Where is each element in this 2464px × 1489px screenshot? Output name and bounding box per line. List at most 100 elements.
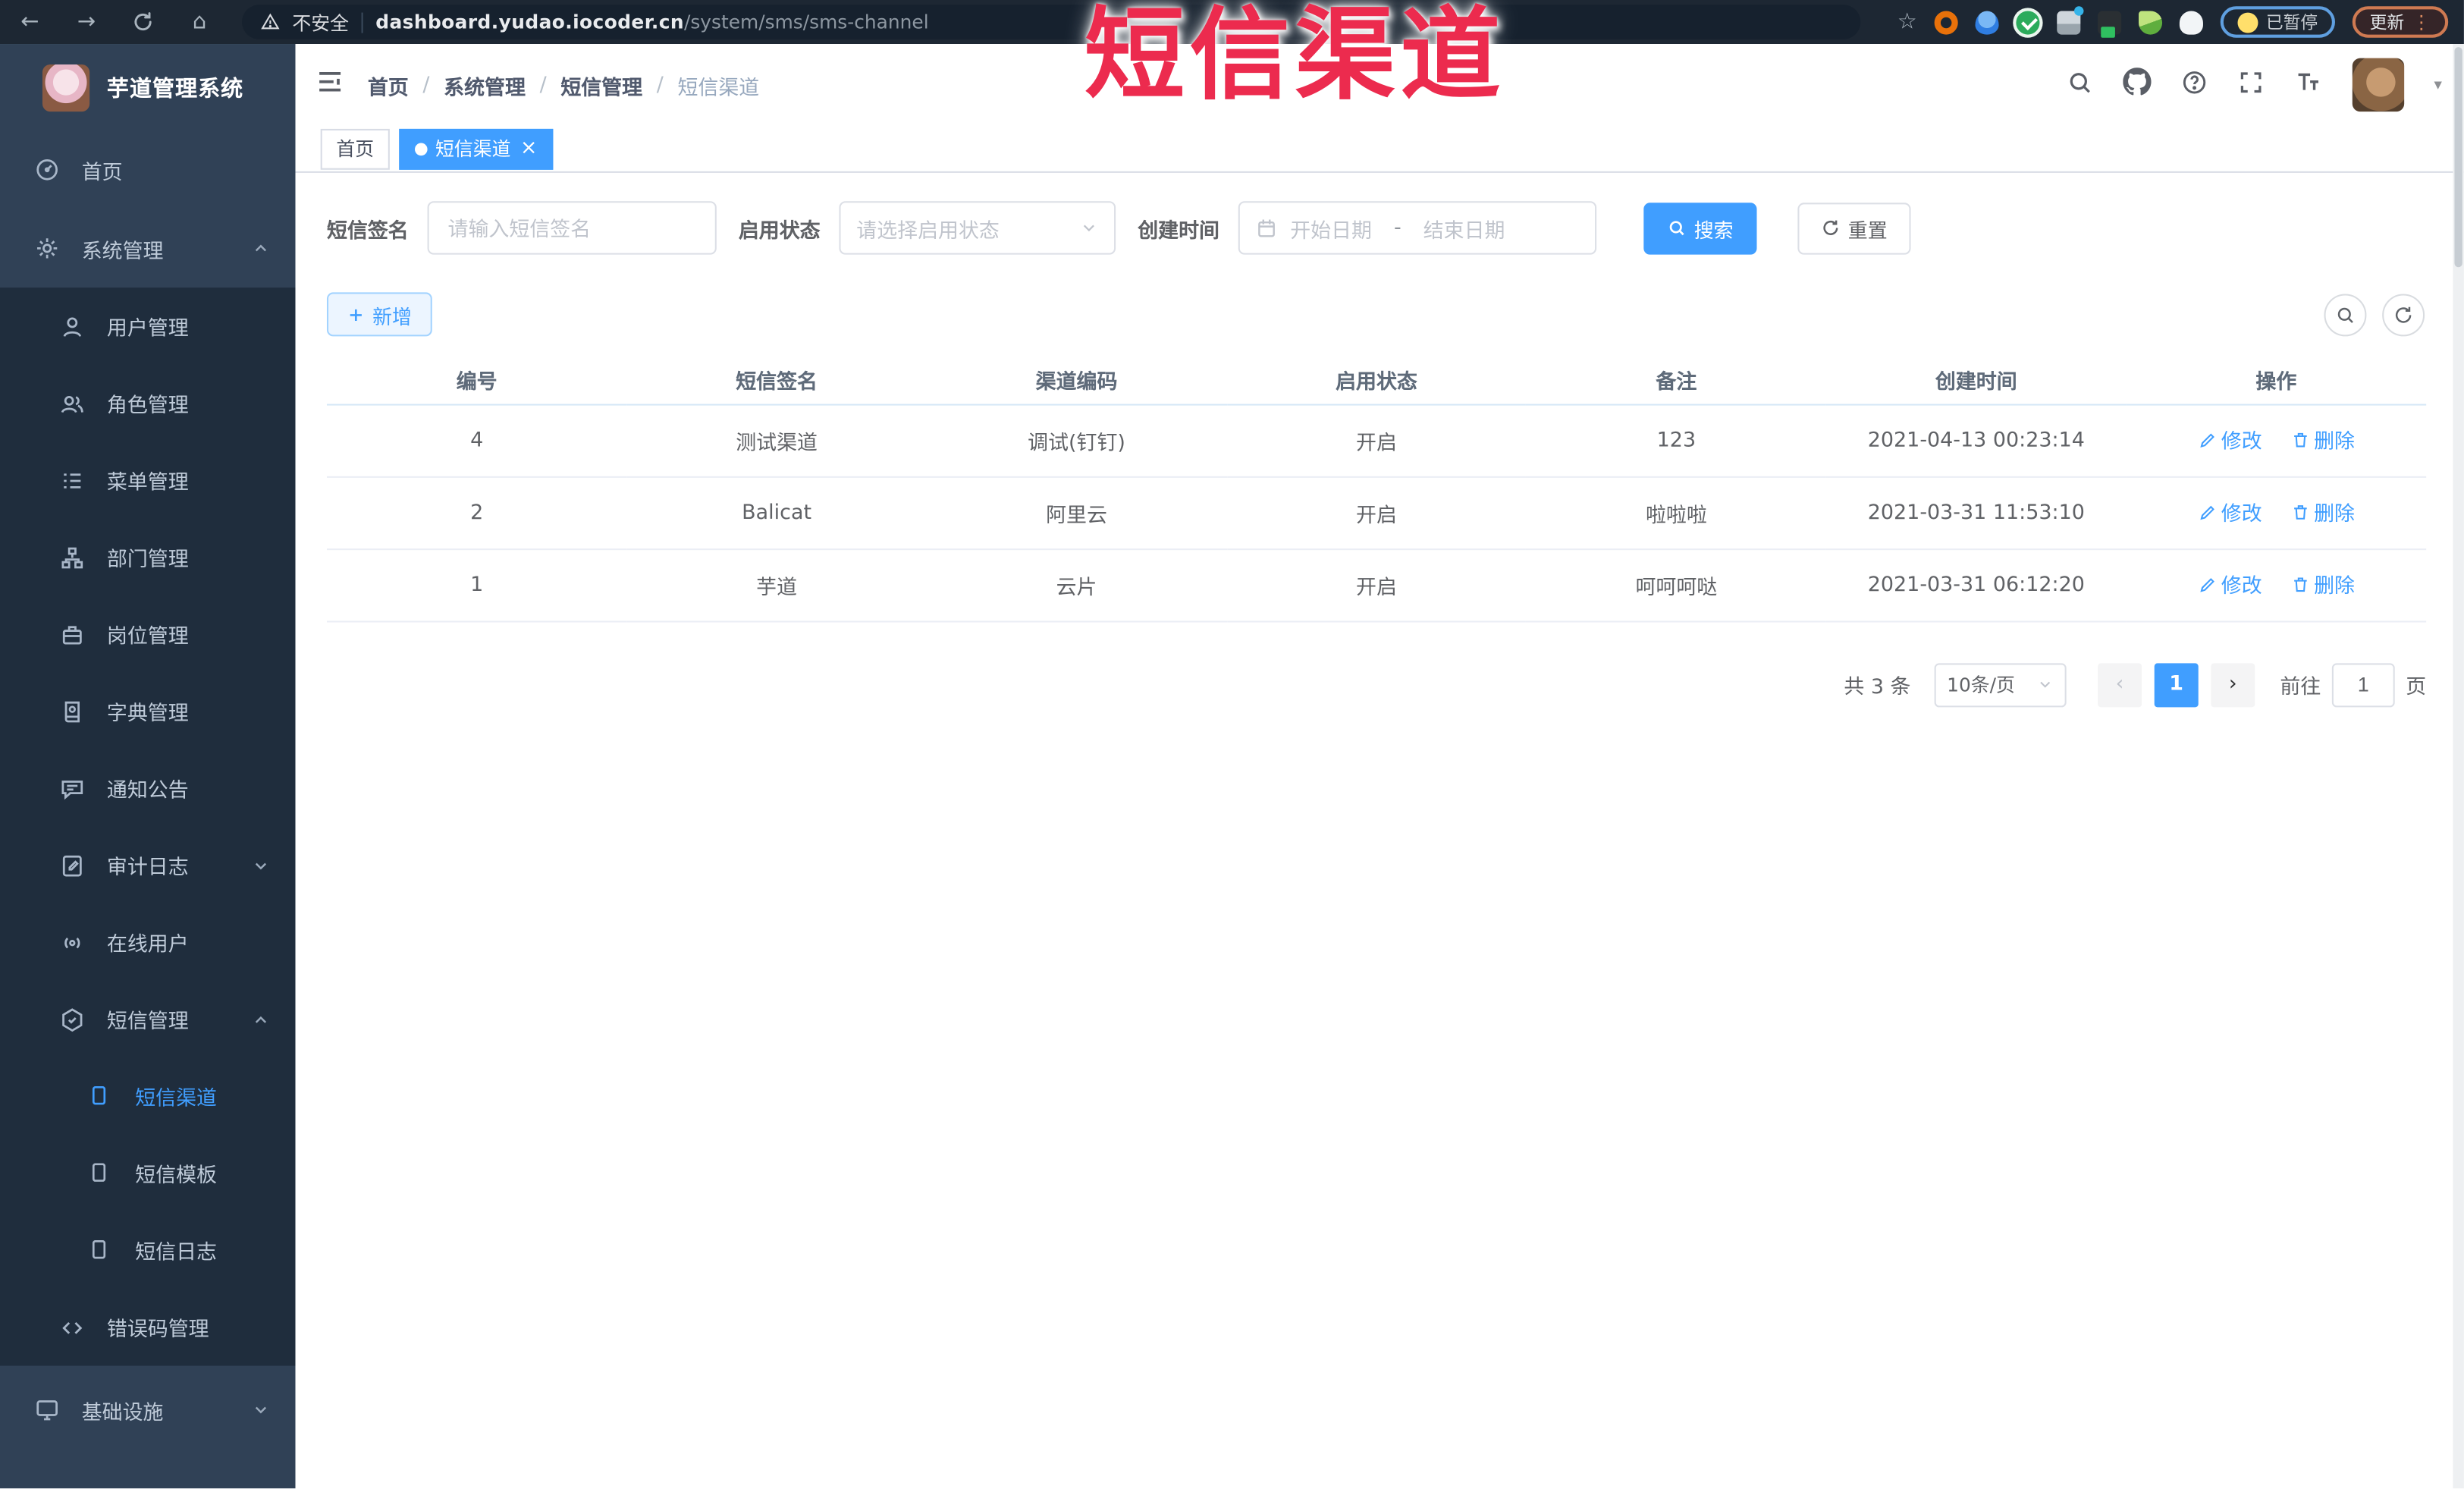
reset-button[interactable]: 重置 <box>1797 202 1911 254</box>
extension-icon-dark-on-badge[interactable] <box>2098 10 2122 37</box>
status-select[interactable]: 请选择启用状态 <box>839 201 1116 255</box>
refresh-icon <box>2395 306 2412 322</box>
fullscreen-icon[interactable] <box>2237 68 2264 102</box>
delete-link[interactable]: 删除 <box>2290 425 2355 454</box>
delete-link[interactable]: 删除 <box>2290 570 2355 599</box>
sidebar-item-menu-mgmt[interactable]: 菜单管理 <box>0 441 296 519</box>
next-page-button[interactable]: › <box>2211 662 2255 707</box>
extension-icon-white-ghost[interactable] <box>2179 10 2203 34</box>
sidebar-item-infrastructure[interactable]: 基础设施 <box>0 1366 296 1454</box>
table-row[interactable]: 4 测试渠道 调试(钉钉) 开启 123 2021-04-13 00:23:14… <box>326 404 2427 477</box>
sidebar-item-dept-mgmt[interactable]: 部门管理 <box>0 519 296 596</box>
sidebar-item-sms-mgmt[interactable]: 短信管理 <box>0 981 296 1058</box>
edit-link[interactable]: 修改 <box>2198 570 2262 599</box>
chevron-down-icon <box>252 1400 271 1425</box>
page-size-select[interactable]: 10条/页 <box>1934 662 2067 707</box>
edit-icon <box>2199 505 2214 520</box>
prev-page-button[interactable]: ‹ <box>2098 662 2142 707</box>
table-row[interactable]: 1 芋道 云片 开启 呵呵呵哒 2021-03-31 06:12:20 修改 删除 <box>326 548 2427 622</box>
tab-home[interactable]: 首页 <box>320 127 390 169</box>
sidebar-item-role-mgmt[interactable]: 角色管理 <box>0 365 296 442</box>
help-icon[interactable] <box>2181 68 2208 102</box>
sidebar-item-sms-template[interactable]: 短信模板 <box>0 1135 296 1212</box>
delete-link[interactable]: 删除 <box>2290 497 2355 527</box>
cell-remark: 123 <box>1526 404 1827 477</box>
status-label: 启用状态 <box>738 219 821 243</box>
caret-down-icon[interactable]: ▾ <box>2434 76 2441 93</box>
add-button[interactable]: 新增 <box>326 292 432 337</box>
breadcrumb-home[interactable]: 首页 <box>368 70 409 99</box>
table-settings <box>2324 293 2425 336</box>
page-scrollbar[interactable] <box>2453 44 2464 1489</box>
extension-icon-blue-pin[interactable] <box>1975 10 1999 34</box>
browser-menu-kebab-icon[interactable]: ⋮ <box>2412 11 2431 33</box>
sidebar-item-notice-mgmt[interactable]: 通知公告 <box>0 749 296 827</box>
breadcrumb: 首页 / 系统管理 / 短信管理 / 短信渠道 <box>368 70 759 99</box>
refresh-table-button[interactable] <box>2382 293 2425 336</box>
sidebar-item-sms-log[interactable]: 短信日志 <box>0 1212 296 1290</box>
cell-created: 2021-04-13 00:23:14 <box>1826 404 2127 477</box>
extension-icon-orange-ring[interactable] <box>1934 10 1958 34</box>
emoji-face-icon <box>2237 11 2258 33</box>
edit-link[interactable]: 修改 <box>2198 497 2262 527</box>
sidebar-item-label: 短信模板 <box>135 1164 217 1189</box>
paused-badge[interactable]: 已暂停 <box>2220 6 2335 38</box>
sidebar-item-label: 短信管理 <box>106 1010 189 1035</box>
sidebar-item-online-users[interactable]: 在线用户 <box>0 903 296 981</box>
sidebar-item-sms-channel[interactable]: 短信渠道 <box>0 1057 296 1135</box>
breadcrumb-system-mgmt[interactable]: 系统管理 <box>444 70 526 99</box>
browser-reload-icon[interactable] <box>129 11 157 33</box>
font-size-icon[interactable] <box>2294 68 2322 102</box>
security-label[interactable]: 不安全 <box>292 8 349 35</box>
url-bar[interactable]: 不安全 dashboard.yudao.iocoder.cn/system/sm… <box>242 5 1861 39</box>
cell-created: 2021-03-31 11:53:10 <box>1826 476 2127 550</box>
breadcrumb-sms-mgmt[interactable]: 短信管理 <box>560 70 642 99</box>
edit-link-label: 修改 <box>2221 503 2262 527</box>
sidebar-logo[interactable]: 芋道管理系统 <box>0 44 296 130</box>
bookmark-star-icon[interactable]: ☆ <box>1897 9 1917 34</box>
column-header-id: 编号 <box>326 355 627 405</box>
signature-input[interactable] <box>427 201 717 255</box>
date-end-placeholder[interactable]: 结束日期 <box>1423 213 1505 243</box>
user-avatar[interactable] <box>2352 58 2405 112</box>
sidebar-item-error-code-mgmt[interactable]: 错误码管理 <box>0 1289 296 1366</box>
sidebar-item-dict-mgmt[interactable]: 字典管理 <box>0 673 296 750</box>
sidebar-item-audit-log[interactable]: 审计日志 <box>0 827 296 904</box>
search-icon[interactable] <box>2067 68 2093 102</box>
close-icon[interactable]: × <box>520 138 538 159</box>
gear-icon <box>35 236 60 261</box>
goto-label: 前往 <box>2280 675 2321 700</box>
github-icon[interactable] <box>2123 68 2152 102</box>
sidebar-item-label: 短信渠道 <box>135 1087 217 1111</box>
sidebar-item-label: 审计日志 <box>106 856 189 881</box>
extension-icon-green-check[interactable] <box>2016 10 2040 34</box>
page-content: 短信签名 启用状态 请选择启用状态 创建时间 开始日期 - 结束日期 <box>295 172 2464 1489</box>
url-text[interactable]: dashboard.yudao.iocoder.cn/system/sms/sm… <box>375 11 928 33</box>
cell-signature: 测试渠道 <box>626 404 927 477</box>
browser-update-button[interactable]: 更新 ⋮ <box>2352 6 2449 38</box>
search-button[interactable]: 搜索 <box>1643 202 1757 254</box>
browser-forward-icon[interactable]: → <box>72 11 100 33</box>
page-number-button[interactable]: 1 <box>2154 662 2199 707</box>
scrollbar-thumb[interactable] <box>2454 47 2462 268</box>
goto-page-input[interactable] <box>2331 662 2395 707</box>
toggle-search-button[interactable] <box>2324 293 2367 336</box>
sidebar-item-post-mgmt[interactable]: 岗位管理 <box>0 595 296 673</box>
edit-link[interactable]: 修改 <box>2198 425 2262 454</box>
browser-back-icon[interactable]: ← <box>16 11 44 33</box>
extension-icon-green-sprout[interactable] <box>2138 10 2163 34</box>
date-start-placeholder[interactable]: 开始日期 <box>1290 213 1372 243</box>
sidebar-item-home[interactable]: 首页 <box>0 130 296 209</box>
extension-icon-gray-people[interactable] <box>2057 5 2084 34</box>
sidebar-item-user-mgmt[interactable]: 用户管理 <box>0 287 296 365</box>
date-range-picker[interactable]: 开始日期 - 结束日期 <box>1238 201 1597 255</box>
browser-home-icon[interactable]: ⌂ <box>185 11 213 33</box>
hamburger-icon[interactable] <box>315 68 344 102</box>
sidebar-item-system-mgmt[interactable]: 系统管理 <box>0 209 296 288</box>
table-row[interactable]: 2 Balicat 阿里云 开启 啦啦啦 2021-03-31 11:53:10… <box>326 476 2427 550</box>
tab-sms-channel[interactable]: 短信渠道 × <box>399 127 554 169</box>
chevron-up-icon <box>252 239 271 264</box>
users-icon <box>60 391 85 416</box>
date-separator: - <box>1393 215 1401 240</box>
cell-status: 开启 <box>1226 476 1527 550</box>
